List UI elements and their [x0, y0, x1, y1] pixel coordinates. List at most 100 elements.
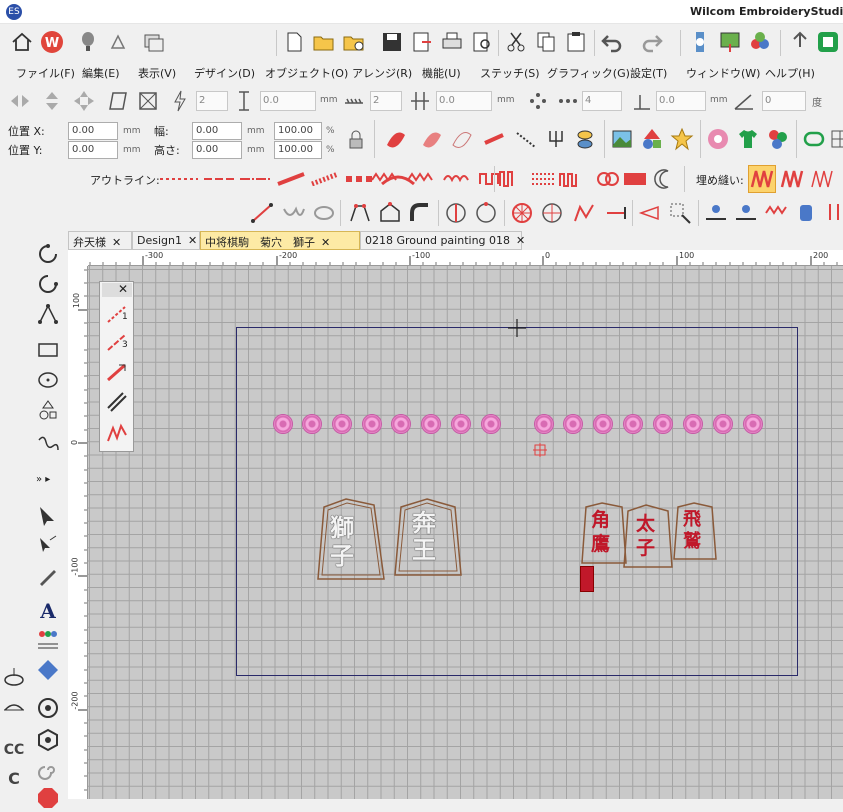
color-film-icon[interactable]	[746, 28, 774, 56]
spin-3[interactable]: 4	[582, 91, 622, 111]
print-icon[interactable]	[438, 28, 466, 56]
hoop-2-icon[interactable]	[0, 694, 28, 722]
skew-icon[interactable]	[104, 87, 132, 115]
tab-benten[interactable]: 弁天様 ✕	[68, 231, 132, 250]
rosette-circle[interactable]	[534, 414, 554, 434]
fish-icon[interactable]	[572, 125, 600, 153]
tab-close-icon[interactable]: ✕	[188, 234, 197, 247]
fill-zigzag-3-icon[interactable]	[808, 165, 836, 193]
rectangle-tool-icon[interactable]	[34, 336, 62, 364]
more-tools-icon[interactable]: » ▸	[36, 474, 50, 485]
zigzag-nodes-icon[interactable]	[570, 199, 598, 227]
field-1[interactable]: 0.0	[260, 91, 316, 111]
menu-edit[interactable]: 編集(E)	[82, 65, 120, 81]
crescent-icon[interactable]	[650, 165, 678, 193]
lightning-icon[interactable]	[166, 87, 194, 115]
scale-h-field[interactable]: 100.00	[274, 141, 322, 159]
polygon-icon[interactable]	[346, 199, 374, 227]
satin-fade-icon[interactable]	[418, 125, 446, 153]
lock-ratio-icon[interactable]	[342, 126, 370, 154]
rosette-circle[interactable]	[273, 414, 293, 434]
dots-grid-icon[interactable]	[524, 87, 552, 115]
field-2[interactable]: 0.0	[436, 91, 492, 111]
nodes-icon[interactable]	[34, 300, 62, 328]
dots-row-icon[interactable]	[554, 87, 582, 115]
compass-icon[interactable]	[442, 199, 470, 227]
undo-icon[interactable]	[598, 28, 626, 56]
triple-arrow-icon[interactable]	[103, 358, 131, 386]
field-4[interactable]: 0	[762, 91, 806, 111]
hexagon-icon[interactable]	[34, 726, 62, 754]
spool-icon[interactable]	[792, 199, 820, 227]
export-icon[interactable]	[408, 28, 436, 56]
node-edit-icon[interactable]	[34, 532, 62, 560]
spacing-icon[interactable]	[340, 87, 368, 115]
angle-icon[interactable]	[730, 87, 758, 115]
line-node-icon[interactable]	[248, 199, 276, 227]
spread-icon[interactable]	[702, 199, 730, 227]
grid-icon[interactable]	[826, 125, 843, 153]
dash-bracket-icon[interactable]	[602, 199, 630, 227]
tab-design1[interactable]: Design1 ✕	[132, 231, 200, 250]
tshirt-icon[interactable]	[734, 125, 762, 153]
fill-patterns-2[interactable]	[498, 170, 648, 188]
wilcom-logo-icon[interactable]: W	[38, 28, 66, 56]
hand-tool-icon[interactable]	[104, 28, 132, 56]
reshape-icon[interactable]	[34, 240, 62, 268]
spin-1[interactable]: 2	[196, 91, 228, 111]
mirror-horizontal-icon[interactable]	[6, 87, 34, 115]
bend-icon[interactable]	[406, 199, 434, 227]
leaf-outline-icon[interactable]	[448, 125, 476, 153]
stitch-player-icon[interactable]	[686, 28, 714, 56]
needles-icon[interactable]	[820, 199, 843, 227]
open-folder-icon[interactable]	[310, 28, 338, 56]
menu-object[interactable]: オブジェクト(O)	[265, 65, 348, 81]
rosette-circle[interactable]	[743, 414, 763, 434]
offset-icon[interactable]	[628, 87, 656, 115]
menu-stitch[interactable]: ステッチ(S)	[480, 65, 540, 81]
tab-close-icon[interactable]: ✕	[321, 236, 330, 249]
mirror-both-icon[interactable]	[70, 87, 98, 115]
rosette-circle[interactable]	[653, 414, 673, 434]
star-icon[interactable]	[668, 125, 696, 153]
copy-icon[interactable]	[532, 28, 560, 56]
color-balls-icon[interactable]	[764, 125, 792, 153]
home-icon[interactable]	[8, 28, 36, 56]
save-icon[interactable]	[378, 28, 406, 56]
redo-icon[interactable]	[638, 28, 666, 56]
star-wheel-icon[interactable]	[538, 199, 566, 227]
scale-w-field[interactable]: 100.00	[274, 122, 322, 140]
zigzag-line-icon[interactable]	[103, 418, 131, 446]
paste-icon[interactable]	[562, 28, 590, 56]
tab-shogi[interactable]: 中将棋駒 菊穴 獅子 ✕	[200, 231, 360, 250]
image-down-icon[interactable]	[716, 28, 744, 56]
spin-2[interactable]: 2	[370, 91, 402, 111]
fork-icon[interactable]	[542, 125, 570, 153]
menu-help[interactable]: ヘルプ(H)	[765, 65, 815, 81]
reshape-2-icon[interactable]	[34, 270, 62, 298]
wheel-icon[interactable]	[508, 199, 536, 227]
height-field[interactable]: 0.00	[192, 141, 242, 159]
fill-zigzag-active-icon[interactable]	[748, 165, 776, 193]
green-app-icon[interactable]	[814, 28, 842, 56]
feather-icon[interactable]	[480, 125, 508, 153]
app-icon[interactable]: ES	[6, 4, 22, 20]
shapes-tool-icon[interactable]	[34, 396, 62, 424]
pos-y-field[interactable]: 0.00	[68, 141, 118, 159]
rosette-circle[interactable]	[593, 414, 613, 434]
tab-ground-painting[interactable]: 0218 Ground painting 018 ✕	[360, 231, 525, 250]
rings-icon[interactable]	[310, 199, 338, 227]
select-arrow-icon[interactable]	[34, 502, 62, 530]
menu-graphic[interactable]: グラフィック(G)	[547, 65, 630, 81]
lettering-icon[interactable]: A	[34, 596, 62, 624]
column-icon[interactable]	[406, 87, 434, 115]
monogram-icon[interactable]	[34, 656, 62, 684]
rosette-circle[interactable]	[302, 414, 322, 434]
popup-close-icon[interactable]: ✕	[118, 282, 128, 296]
field-3[interactable]: 0.0	[656, 91, 706, 111]
rosette-circle[interactable]	[683, 414, 703, 434]
rosette-circle[interactable]	[451, 414, 471, 434]
satin-red-icon[interactable]	[382, 125, 410, 153]
menu-view[interactable]: 表示(V)	[138, 65, 176, 81]
pos-x-field[interactable]: 0.00	[68, 122, 118, 140]
